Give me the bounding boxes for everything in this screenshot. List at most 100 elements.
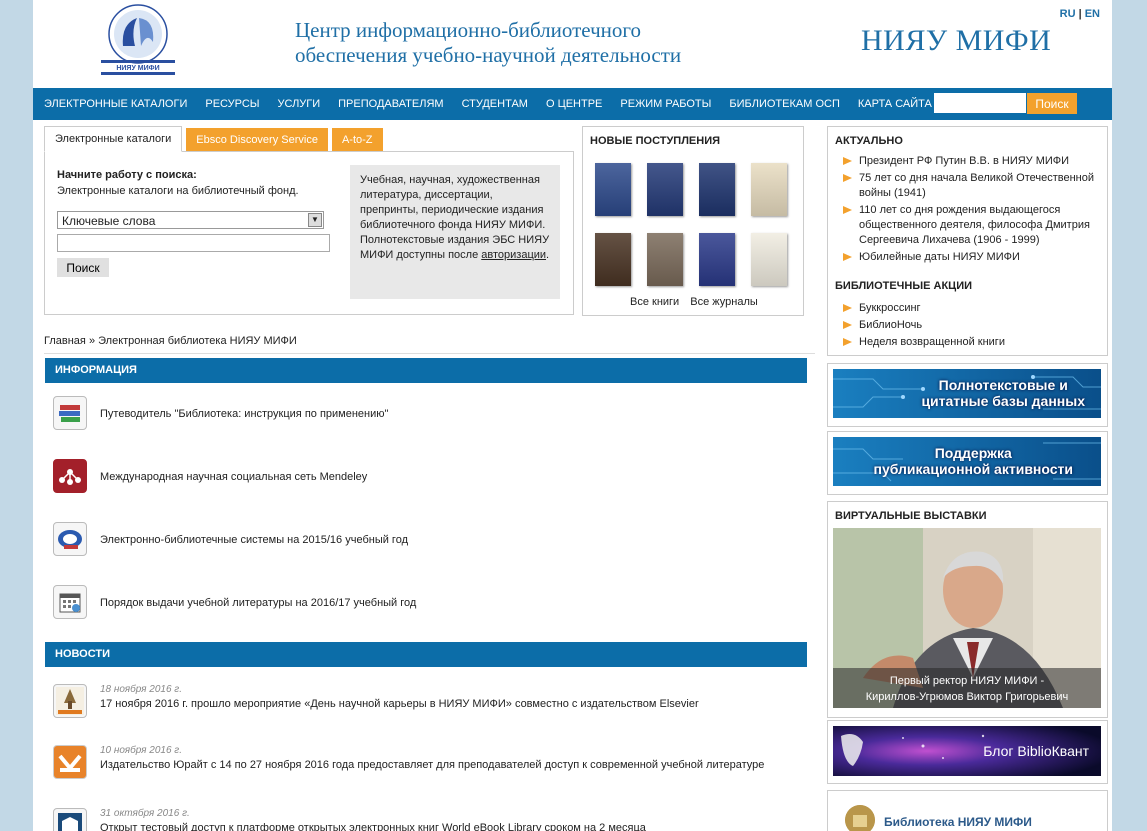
- info-item-link[interactable]: Электронно-библиотечные системы на 2015/…: [100, 534, 408, 546]
- breadcrumb-current: Электронная библиотека НИЯУ МИФИ: [98, 335, 297, 347]
- breadcrumb-home-link[interactable]: Главная: [44, 335, 86, 347]
- nav-item-resources[interactable]: РЕСУРСЫ: [196, 88, 268, 120]
- catalog-query-input[interactable]: [57, 234, 330, 252]
- nav-menu: ЭЛЕКТРОННЫЕ КАТАЛОГИ РЕСУРСЫ УСЛУГИ ПРЕП…: [35, 88, 941, 120]
- site-search-input[interactable]: [934, 93, 1026, 113]
- all-books-link[interactable]: Все книги: [630, 296, 679, 308]
- news-item: 31 октября 2016 г. Открыт тестовый досту…: [53, 808, 793, 831]
- info-section-title: ИНФОРМАЦИЯ: [45, 358, 807, 383]
- list-item[interactable]: БиблиоНочь: [843, 318, 1101, 333]
- nav-item-catalogs[interactable]: ЭЛЕКТРОННЫЕ КАТАЛОГИ: [35, 88, 196, 120]
- nav-item-students[interactable]: СТУДЕНТАМ: [453, 88, 537, 120]
- list-item[interactable]: 110 лет со дня рождения выдающегося обще…: [843, 203, 1101, 248]
- elsevier-icon[interactable]: [53, 684, 87, 718]
- actual-link[interactable]: Юбилейные даты НИЯУ МИФИ: [859, 251, 1020, 263]
- vk-widget: Библиотека НИЯУ МИФИ: [827, 790, 1108, 831]
- publication-support-banner-text: Поддержка публикационной активности: [874, 445, 1074, 477]
- info-item-link[interactable]: Порядок выдачи учебной литературы на 201…: [100, 597, 416, 609]
- list-item[interactable]: Юбилейные даты НИЯУ МИФИ: [843, 250, 1101, 265]
- search-field-select[interactable]: Ключевые слова ▼: [57, 211, 324, 229]
- info-item[interactable]: Порядок выдачи учебной литературы на 201…: [53, 585, 793, 621]
- info-item[interactable]: Международная научная социальная сеть Me…: [53, 459, 793, 495]
- site-logo[interactable]: НИЯУ МИФИ: [95, 2, 181, 78]
- lang-separator: |: [1078, 8, 1082, 20]
- arrow-right-icon: [843, 157, 852, 165]
- action-link[interactable]: БиблиоНочь: [859, 319, 922, 331]
- tab-electronic-catalogs[interactable]: Электронные каталоги: [44, 126, 183, 152]
- actual-link[interactable]: 75 лет со дня начала Великой Отечественн…: [859, 172, 1094, 199]
- book-cover[interactable]: [699, 233, 735, 286]
- action-link[interactable]: Неделя возвращенной книги: [859, 336, 1005, 348]
- publication-support-banner[interactable]: Поддержка публикационной активности: [833, 437, 1101, 486]
- list-item[interactable]: Буккроссинг: [843, 301, 1101, 316]
- actual-title: АКТУАЛЬНО: [835, 135, 903, 147]
- book-cover[interactable]: [699, 163, 735, 216]
- catalog-info: Учебная, научная, художественная литерат…: [350, 165, 560, 299]
- nav-item-teachers[interactable]: ПРЕПОДАВАТЕЛЯМ: [329, 88, 452, 120]
- arrow-right-icon: [843, 338, 852, 346]
- all-journals-link[interactable]: Все журналы: [690, 296, 758, 308]
- info-item[interactable]: Путеводитель "Библиотека: инструкция по …: [53, 396, 793, 432]
- nav-item-services[interactable]: УСЛУГИ: [269, 88, 330, 120]
- arrow-right-icon: [843, 304, 852, 312]
- book-cover[interactable]: [647, 163, 683, 216]
- book-cover[interactable]: [647, 233, 683, 286]
- library-actions-title: БИБЛИОТЕЧНЫЕ АКЦИИ: [835, 280, 973, 292]
- info-item-link[interactable]: Международная научная социальная сеть Me…: [100, 471, 367, 483]
- nav-item-sitemap[interactable]: КАРТА САЙТА: [849, 88, 941, 120]
- lang-en-link[interactable]: EN: [1085, 8, 1100, 20]
- nav-item-branch-libraries[interactable]: БИБЛИОТЕКАМ ОСП: [720, 88, 848, 120]
- news-link[interactable]: 17 ноября 2016 г. прошло мероприятие «Де…: [100, 698, 699, 710]
- mendeley-icon: [53, 459, 87, 493]
- exhibition-caption: Первый ректор НИЯУ МИФИ - Кириллов-Угрюм…: [833, 668, 1101, 708]
- actual-link[interactable]: 110 лет со дня рождения выдающегося обще…: [859, 204, 1090, 246]
- avatar[interactable]: [845, 805, 875, 831]
- chevron-down-icon[interactable]: ▼: [308, 213, 322, 227]
- exhibition-photo[interactable]: Первый ректор НИЯУ МИФИ - Кириллов-Угрюм…: [833, 528, 1101, 708]
- book-cover[interactable]: [595, 163, 631, 216]
- site-title[interactable]: Центр информационно-библиотечного обеспе…: [295, 18, 681, 68]
- virtual-exhibitions-box: ВИРТУАЛЬНЫЕ ВЫСТАВКИ Первый ректор НИЯУ …: [827, 501, 1108, 718]
- blog-banner[interactable]: Блог BiblioКвант: [833, 726, 1101, 776]
- authorization-link[interactable]: авторизации: [481, 249, 546, 261]
- site-title-line1: Центр информационно-библиотечного: [295, 18, 641, 42]
- exhibition-caption-line1: Первый ректор НИЯУ МИФИ -: [889, 675, 1045, 687]
- search-field-select-value: Ключевые слова: [62, 214, 156, 228]
- databases-banner[interactable]: Полнотекстовые и цитатные базы данных: [833, 369, 1101, 418]
- main-nav: ЭЛЕКТРОННЫЕ КАТАЛОГИ РЕСУРСЫ УСЛУГИ ПРЕП…: [33, 88, 1112, 120]
- breadcrumb-separator: »: [88, 335, 96, 347]
- tab-a-to-z[interactable]: A-to-Z: [331, 128, 383, 152]
- action-link[interactable]: Буккроссинг: [859, 302, 921, 314]
- divider: [44, 353, 815, 354]
- catalog-subheading: Электронные каталоги на библиотечный фон…: [57, 185, 299, 197]
- nav-item-about[interactable]: О ЦЕНТРЕ: [537, 88, 611, 120]
- actual-box: АКТУАЛЬНО Президент РФ Путин В.В. в НИЯУ…: [827, 126, 1108, 356]
- catalog-info-end: .: [546, 249, 550, 261]
- list-item[interactable]: Президент РФ Путин В.В. в НИЯУ МИФИ: [843, 154, 1101, 169]
- news-link[interactable]: Издательство Юрайт с 14 по 27 ноября 201…: [100, 759, 764, 771]
- book-cover[interactable]: [751, 163, 787, 216]
- new-arrivals-title: НОВЫЕ ПОСТУПЛЕНИЯ: [590, 135, 721, 147]
- catalog-search-button[interactable]: Поиск: [57, 258, 109, 277]
- list-item[interactable]: 75 лет со дня начала Великой Отечественн…: [843, 171, 1101, 201]
- news-item: 18 ноября 2016 г. 17 ноября 2016 г. прош…: [53, 684, 793, 724]
- nav-item-hours[interactable]: РЕЖИМ РАБОТЫ: [611, 88, 720, 120]
- book-cover[interactable]: [595, 233, 631, 286]
- brand-name[interactable]: НИЯУ МИФИ: [861, 24, 1051, 58]
- page: НИЯУ МИФИ Центр информационно-библиотечн…: [33, 0, 1112, 831]
- arrivals-links: Все книги Все журналы: [630, 296, 766, 308]
- news-link[interactable]: Открыт тестовый доступ к платформе откры…: [100, 822, 646, 831]
- site-search-button[interactable]: Поиск: [1027, 93, 1077, 114]
- vk-community-link[interactable]: Библиотека НИЯУ МИФИ: [884, 815, 1032, 829]
- world-ebook-library-icon[interactable]: [53, 808, 87, 831]
- info-item[interactable]: Электронно-библиотечные системы на 2015/…: [53, 522, 793, 558]
- info-item-link[interactable]: Путеводитель "Библиотека: инструкция по …: [100, 408, 388, 420]
- catalog-panel: Начните работу с поиска: Электронные кат…: [44, 151, 574, 315]
- tab-ebsco-discovery[interactable]: Ebsco Discovery Service: [186, 128, 328, 152]
- lang-ru-link[interactable]: RU: [1060, 8, 1076, 20]
- urait-icon[interactable]: [53, 745, 87, 779]
- list-item[interactable]: Неделя возвращенной книги: [843, 335, 1101, 350]
- book-cover[interactable]: [751, 233, 787, 286]
- actual-link[interactable]: Президент РФ Путин В.В. в НИЯУ МИФИ: [859, 155, 1069, 167]
- calendar-icon: [53, 585, 87, 619]
